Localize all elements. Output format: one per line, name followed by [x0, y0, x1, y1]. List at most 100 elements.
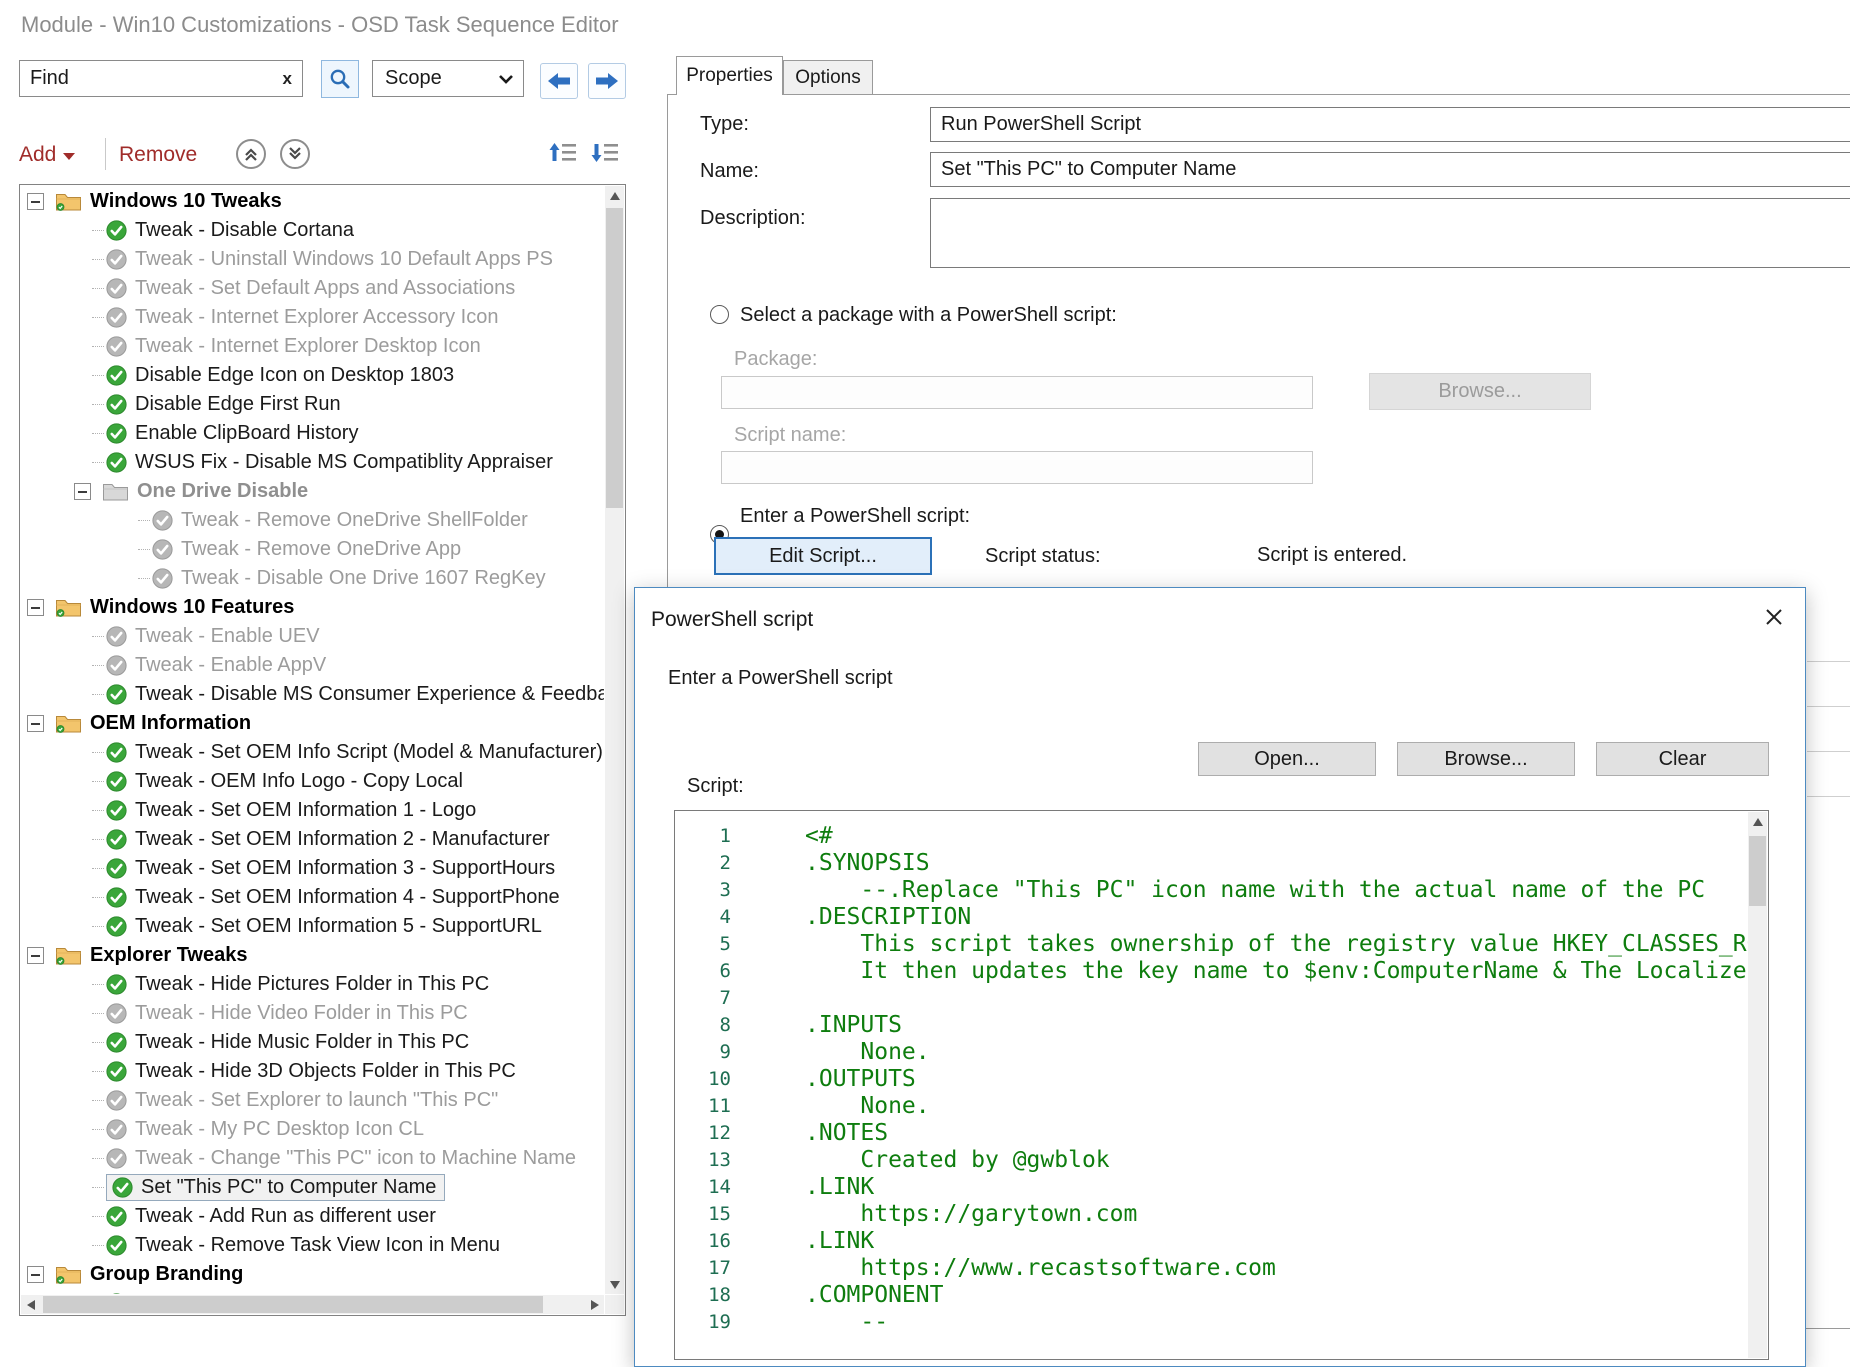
- move-up-button[interactable]: [548, 137, 580, 169]
- close-button[interactable]: [1759, 602, 1789, 632]
- scroll-up-icon[interactable]: [605, 186, 624, 205]
- line-number: 12: [675, 1120, 731, 1147]
- tree-group[interactable]: Windows 10 Features: [22, 593, 604, 622]
- line-number: 10: [675, 1066, 731, 1093]
- scroll-right-icon[interactable]: [585, 1295, 604, 1314]
- collapse-icon[interactable]: [74, 483, 91, 500]
- line-number: 8: [675, 1012, 731, 1039]
- tree-item-label: Set "This PC" to Computer Name: [141, 1176, 436, 1199]
- tree-step[interactable]: Tweak - Disable Cortana: [22, 216, 604, 245]
- description-input[interactable]: [930, 198, 1850, 268]
- scroll-down-icon[interactable]: [605, 1275, 624, 1294]
- expand-all-button[interactable]: [280, 139, 310, 169]
- add-button[interactable]: Add: [19, 139, 75, 171]
- tree-item-label: Tweak - Default Start Menu Layout: [135, 1292, 443, 1294]
- tree-item-label: Windows 10 Features: [90, 596, 294, 619]
- tree-step[interactable]: Tweak - OEM Info Logo - Copy Local: [22, 767, 604, 796]
- tree-horizontal-scrollbar[interactable]: [21, 1295, 604, 1314]
- tree-step[interactable]: Tweak - Enable AppV: [22, 651, 604, 680]
- tree-step[interactable]: Set "This PC" to Computer Name: [22, 1173, 604, 1202]
- check-circle-icon: [152, 510, 173, 531]
- tree-step[interactable]: Tweak - Set OEM Information 1 - Logo: [22, 796, 604, 825]
- tree-item-label: Tweak - Change "This PC" icon to Machine…: [135, 1147, 576, 1170]
- collapse-icon[interactable]: [27, 715, 44, 732]
- tree-step[interactable]: Tweak - Set Explorer to launch "This PC": [22, 1086, 604, 1115]
- search-button[interactable]: [321, 60, 359, 98]
- tree-step[interactable]: Tweak - Uninstall Windows 10 Default App…: [22, 245, 604, 274]
- tree-step[interactable]: Tweak - Set OEM Information 2 - Manufact…: [22, 825, 604, 854]
- tree-step[interactable]: Tweak - Change "This PC" icon to Machine…: [22, 1144, 604, 1173]
- tree-step[interactable]: Disable Edge Icon on Desktop 1803: [22, 361, 604, 390]
- tab-options[interactable]: Options: [783, 60, 873, 94]
- tree-step[interactable]: Tweak - Set OEM Information 3 - SupportH…: [22, 854, 604, 883]
- clear-button[interactable]: Clear: [1596, 742, 1769, 776]
- folder-icon: [102, 481, 129, 502]
- radio-select-package[interactable]: [710, 305, 729, 324]
- navigate-back-button[interactable]: [540, 63, 578, 99]
- tree-step[interactable]: Tweak - Set OEM Information 4 - SupportP…: [22, 883, 604, 912]
- collapse-icon[interactable]: [27, 193, 44, 210]
- collapse-icon[interactable]: [27, 1266, 44, 1283]
- editor-vscroll-thumb[interactable]: [1749, 836, 1766, 906]
- tree-step[interactable]: Tweak - Hide Pictures Folder in This PC: [22, 970, 604, 999]
- code-line: Created by @gwblok: [675, 1147, 1748, 1174]
- tree-step[interactable]: Tweak - Set OEM Info Script (Model & Man…: [22, 738, 604, 767]
- collapse-all-button[interactable]: [236, 139, 266, 169]
- tree-step[interactable]: Tweak - Enable UEV: [22, 622, 604, 651]
- open-button[interactable]: Open...: [1198, 742, 1376, 776]
- tree-step[interactable]: Tweak - Set Default Apps and Association…: [22, 274, 604, 303]
- tree-group[interactable]: OEM Information: [22, 709, 604, 738]
- tree-item-label: Tweak - Set OEM Information 5 - SupportU…: [135, 915, 542, 938]
- tree-item-label: Tweak - OEM Info Logo - Copy Local: [135, 770, 463, 793]
- tree-step[interactable]: Tweak - Default Start Menu Layout: [22, 1289, 604, 1294]
- tree-step[interactable]: Enable ClipBoard History: [22, 419, 604, 448]
- collapse-icon[interactable]: [27, 947, 44, 964]
- scroll-left-icon[interactable]: [21, 1295, 40, 1314]
- collapse-icon[interactable]: [27, 599, 44, 616]
- tree-step[interactable]: Tweak - Remove Task View Icon in Menu: [22, 1231, 604, 1260]
- browse-button[interactable]: Browse...: [1397, 742, 1575, 776]
- nav-right-icon: [594, 70, 620, 92]
- tree-group[interactable]: Windows 10 Tweaks: [22, 187, 604, 216]
- script-editor[interactable]: <#.SYNOPSIS --.Replace "This PC" icon na…: [674, 810, 1769, 1360]
- scope-select[interactable]: Scope: [372, 60, 524, 97]
- tree-group[interactable]: Explorer Tweaks: [22, 941, 604, 970]
- tree-step[interactable]: Tweak - Internet Explorer Desktop Icon: [22, 332, 604, 361]
- tree-step[interactable]: Tweak - My PC Desktop Icon CL: [22, 1115, 604, 1144]
- tree-group[interactable]: Group Branding: [22, 1260, 604, 1289]
- tree-step[interactable]: Tweak - Hide Music Folder in This PC: [22, 1028, 604, 1057]
- tree-hscroll-thumb[interactable]: [43, 1296, 543, 1313]
- background-grid-line: [1807, 706, 1850, 707]
- name-input[interactable]: Set "This PC" to Computer Name: [930, 152, 1850, 187]
- line-number: 18: [675, 1282, 731, 1309]
- move-down-icon: [591, 139, 621, 167]
- remove-button[interactable]: Remove: [119, 139, 197, 171]
- tree-step[interactable]: Tweak - Disable One Drive 1607 RegKey: [22, 564, 604, 593]
- tree-step[interactable]: Tweak - Hide 3D Objects Folder in This P…: [22, 1057, 604, 1086]
- clear-search-icon[interactable]: x: [283, 69, 292, 89]
- search-input[interactable]: Find x: [19, 60, 303, 97]
- tree-step[interactable]: Tweak - Hide Video Folder in This PC: [22, 999, 604, 1028]
- tree-step[interactable]: Disable Edge First Run: [22, 390, 604, 419]
- tree-step[interactable]: Tweak - Remove OneDrive ShellFolder: [22, 506, 604, 535]
- move-down-button[interactable]: [590, 137, 622, 169]
- search-icon: [328, 67, 352, 91]
- tree-vscroll-thumb[interactable]: [606, 208, 623, 508]
- tree-step[interactable]: Tweak - Remove OneDrive App: [22, 535, 604, 564]
- editor-vertical-scrollbar[interactable]: [1748, 812, 1767, 1358]
- selected-step[interactable]: Set "This PC" to Computer Name: [106, 1174, 445, 1201]
- check-circle-icon: [106, 916, 127, 937]
- type-input[interactable]: Run PowerShell Script: [930, 107, 1850, 142]
- tree-vertical-scrollbar[interactable]: [605, 186, 624, 1294]
- code-line: .DESCRIPTION: [675, 904, 1748, 931]
- navigate-forward-button[interactable]: [588, 63, 626, 99]
- tab-properties[interactable]: Properties: [676, 56, 783, 95]
- scroll-up-icon[interactable]: [1748, 812, 1767, 831]
- tree-step[interactable]: Tweak - Add Run as different user: [22, 1202, 604, 1231]
- tree-step[interactable]: Tweak - Internet Explorer Accessory Icon: [22, 303, 604, 332]
- tree-group[interactable]: One Drive Disable: [22, 477, 604, 506]
- tree-step[interactable]: WSUS Fix - Disable MS Compatiblity Appra…: [22, 448, 604, 477]
- tree-step[interactable]: Tweak - Disable MS Consumer Experience &…: [22, 680, 604, 709]
- edit-script-button[interactable]: Edit Script...: [714, 537, 932, 575]
- tree-step[interactable]: Tweak - Set OEM Information 5 - SupportU…: [22, 912, 604, 941]
